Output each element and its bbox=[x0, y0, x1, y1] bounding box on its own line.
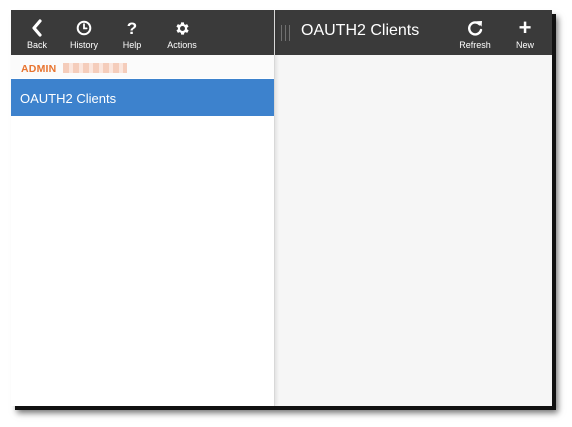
actions-button[interactable]: Actions bbox=[165, 10, 199, 55]
question-icon: ? bbox=[126, 18, 138, 38]
help-button[interactable]: ? Help bbox=[121, 10, 143, 55]
refresh-icon bbox=[467, 16, 483, 40]
actions-label: Actions bbox=[167, 40, 197, 50]
refresh-button[interactable]: Refresh bbox=[455, 10, 495, 55]
detail-pane: OAUTH2 Clients Refresh + New bbox=[275, 10, 552, 406]
gear-icon bbox=[174, 16, 191, 40]
page-title: OAUTH2 Clients bbox=[301, 22, 420, 39]
nav-item-label: OAUTH2 Clients bbox=[20, 91, 117, 106]
new-button[interactable]: + New bbox=[513, 10, 537, 55]
plus-icon: + bbox=[518, 15, 532, 40]
back-button[interactable]: Back bbox=[25, 10, 49, 55]
app-window: Back History ? Help Actions ADMIN OAUTH2… bbox=[11, 10, 552, 406]
clock-icon bbox=[76, 16, 92, 40]
section-title: ADMIN bbox=[21, 63, 57, 75]
help-label: Help bbox=[122, 40, 142, 50]
refresh-label: Refresh bbox=[459, 40, 491, 50]
back-label: Back bbox=[26, 40, 47, 50]
left-toolbar: Back History ? Help Actions bbox=[11, 10, 274, 55]
detail-toolbar: OAUTH2 Clients Refresh + New bbox=[275, 10, 552, 55]
navigation-pane: Back History ? Help Actions ADMIN OAUTH2… bbox=[11, 10, 275, 406]
drag-handle-icon[interactable] bbox=[281, 25, 293, 41]
history-button[interactable]: History bbox=[67, 10, 101, 55]
redacted-text bbox=[63, 63, 127, 73]
new-label: New bbox=[515, 40, 534, 50]
nav-item-oauth2-clients[interactable]: OAUTH2 Clients bbox=[11, 79, 274, 116]
chevron-left-icon bbox=[31, 16, 43, 40]
history-label: History bbox=[69, 40, 98, 50]
